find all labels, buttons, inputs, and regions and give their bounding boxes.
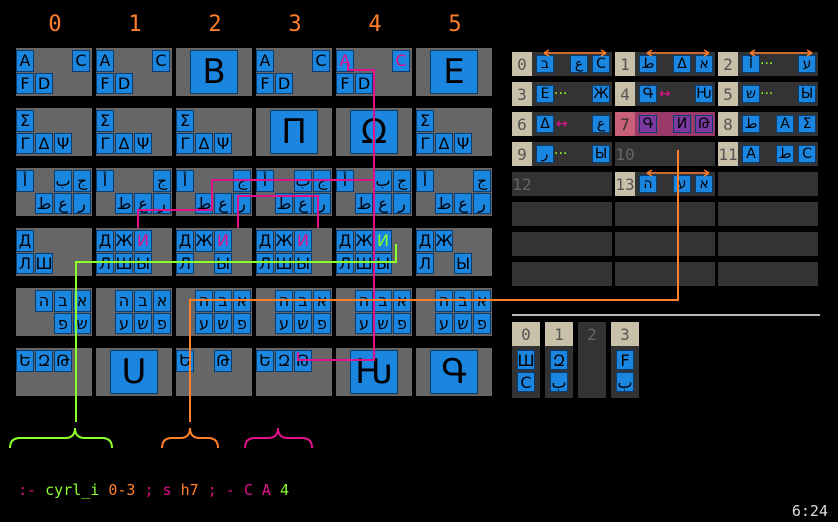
connector-overlay xyxy=(9,62,679,449)
pink-connector-2 xyxy=(237,195,319,228)
orange-connector xyxy=(189,150,679,422)
pink-connector-3 xyxy=(137,179,374,228)
status-range: 0-3 xyxy=(108,481,136,499)
status-bar: :- cyrl_i 0-3 ; s h7 ; - C A 4 6:24 xyxy=(0,459,838,520)
status-sep-1: ; xyxy=(135,481,163,499)
green-brace xyxy=(9,427,113,449)
status-clock: 6:24 xyxy=(791,502,828,520)
status-cmd-3: - C A xyxy=(225,481,280,499)
status-cmd-2: s xyxy=(162,481,181,499)
green-connector xyxy=(75,244,397,422)
pink-brace xyxy=(244,427,313,449)
pink-connector xyxy=(297,62,375,361)
status-count: 4 xyxy=(279,481,289,499)
status-reg: h7 xyxy=(180,481,199,499)
status-sep-2: ; xyxy=(198,481,226,499)
orange-brace xyxy=(161,427,219,449)
status-prefix: :- xyxy=(18,481,46,499)
status-cmd-1: cyrl_i xyxy=(45,481,109,499)
